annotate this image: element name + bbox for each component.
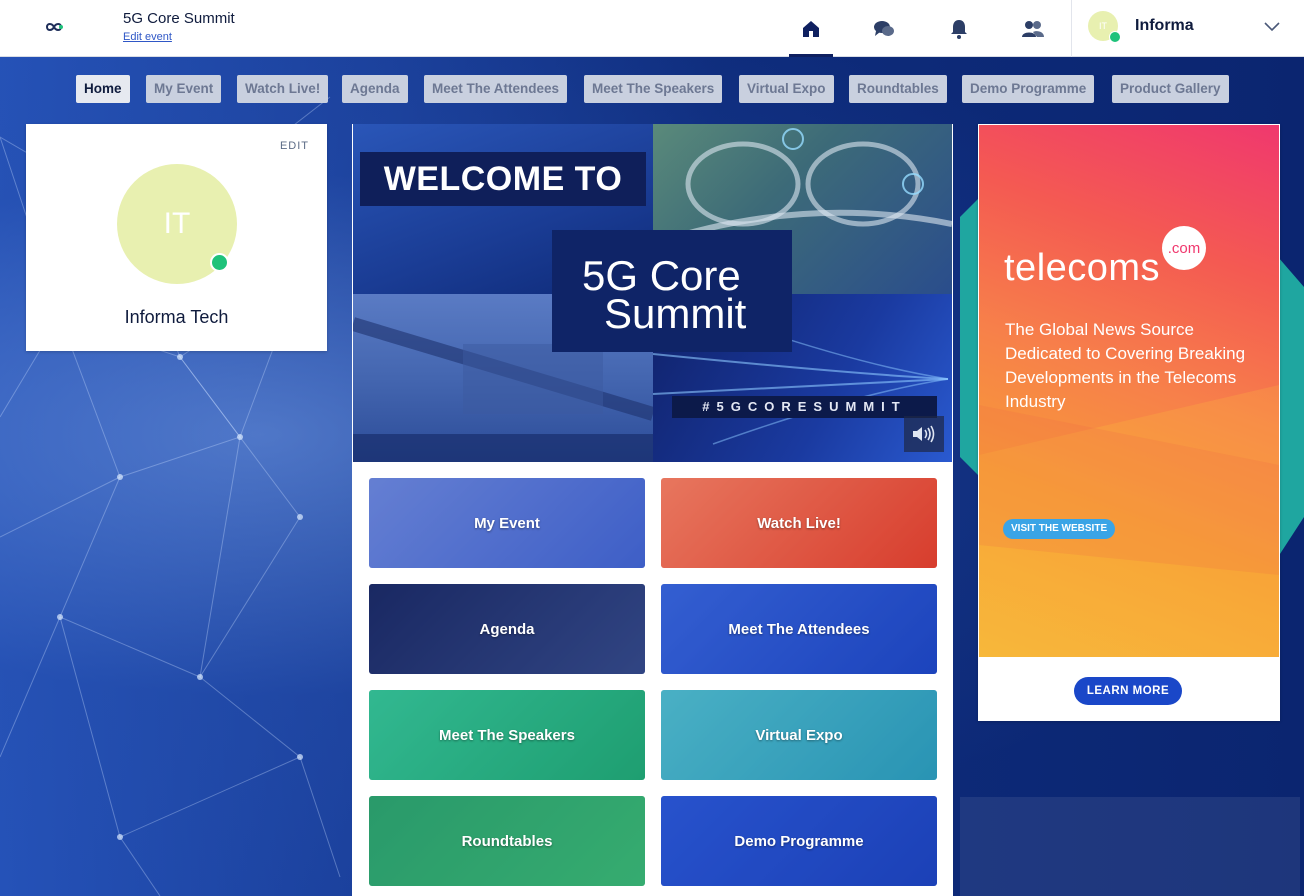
tile-roundtables[interactable]: Roundtables bbox=[369, 796, 645, 886]
tab-my-event[interactable]: My Event bbox=[146, 75, 222, 103]
tab-virtual-expo[interactable]: Virtual Expo bbox=[739, 75, 834, 103]
tile-label: My Event bbox=[474, 514, 540, 532]
tab-watch-live[interactable]: Watch Live! bbox=[237, 75, 329, 103]
advertisement-card: telecoms .com The Global News Source Ded… bbox=[978, 124, 1280, 721]
chat-icon bbox=[874, 20, 894, 36]
teal-decoration-right bbox=[1278, 257, 1304, 557]
tab-roundtables[interactable]: Roundtables bbox=[849, 75, 947, 103]
profile-initials: IT bbox=[163, 207, 191, 240]
learn-more-button[interactable]: LEARN MORE bbox=[1074, 677, 1182, 705]
tile-label: Meet The Speakers bbox=[439, 726, 575, 744]
speaker-icon bbox=[913, 425, 935, 443]
edit-profile-button[interactable]: EDIT bbox=[280, 140, 309, 152]
people-nav-button[interactable] bbox=[1011, 0, 1055, 57]
home-nav-button[interactable] bbox=[789, 0, 833, 57]
infinity-logo-icon[interactable] bbox=[42, 17, 66, 37]
tab-meet-the-speakers[interactable]: Meet The Speakers bbox=[584, 75, 723, 103]
tile-my-event[interactable]: My Event bbox=[369, 478, 645, 568]
edit-event-link[interactable]: Edit event bbox=[123, 31, 172, 43]
tile-label: Agenda bbox=[479, 620, 535, 638]
online-status-indicator bbox=[210, 253, 229, 272]
profile-name: Informa Tech bbox=[124, 307, 229, 327]
tile-demo-programme[interactable]: Demo Programme bbox=[661, 796, 937, 886]
home-icon bbox=[803, 20, 819, 37]
avatar: IT bbox=[1088, 11, 1121, 43]
tile-label: Virtual Expo bbox=[755, 726, 843, 744]
avatar-initials: IT bbox=[1099, 21, 1107, 31]
hero-welcome-text: WELCOME TO bbox=[360, 152, 646, 206]
tile-label: Watch Live! bbox=[757, 514, 841, 532]
tile-virtual-expo[interactable]: Virtual Expo bbox=[661, 690, 937, 780]
ad-banner[interactable]: telecoms .com The Global News Source Ded… bbox=[979, 125, 1279, 657]
ad-brand-com-badge: .com bbox=[1162, 226, 1206, 270]
sound-toggle-button[interactable] bbox=[904, 416, 944, 452]
tile-label: Meet The Attendees bbox=[728, 620, 870, 638]
tab-meet-the-attendees[interactable]: Meet The Attendees bbox=[424, 75, 568, 103]
user-menu[interactable]: IT Informa bbox=[1071, 0, 1304, 57]
ad-brand-name: telecoms bbox=[1004, 247, 1161, 289]
tab-demo-programme[interactable]: Demo Programme bbox=[962, 75, 1095, 103]
hero-hashtag: #5GCORESUMMIT bbox=[672, 396, 937, 418]
tab-home[interactable]: Home bbox=[76, 75, 130, 103]
main-content: WELCOME TO 5G Core Summit #5GCORESUMMIT … bbox=[352, 124, 953, 896]
user-name: Informa bbox=[1135, 17, 1194, 34]
chevron-down-icon[interactable] bbox=[1264, 20, 1280, 32]
tile-label: Roundtables bbox=[461, 832, 553, 850]
event-title: 5G Core Summit bbox=[123, 10, 235, 27]
welcome-hero-banner: WELCOME TO 5G Core Summit #5GCORESUMMIT bbox=[353, 124, 952, 462]
profile-card: EDIT IT Informa Tech bbox=[26, 124, 327, 351]
profile-avatar: IT bbox=[117, 164, 237, 284]
chat-nav-button[interactable] bbox=[862, 0, 906, 57]
tab-agenda[interactable]: Agenda bbox=[342, 75, 408, 103]
tab-product-gallery[interactable]: Product Gallery bbox=[1112, 75, 1229, 103]
bell-icon bbox=[951, 19, 967, 39]
hero-summit-title: 5G Core Summit bbox=[552, 230, 792, 352]
tile-meet-the-attendees[interactable]: Meet The Attendees bbox=[661, 584, 937, 674]
top-navigation-bar: 5G Core Summit Edit event IT Informa bbox=[0, 0, 1304, 57]
tile-watch-live[interactable]: Watch Live! bbox=[661, 478, 937, 568]
people-icon bbox=[1022, 20, 1044, 37]
hero-title-line2: Summit bbox=[604, 290, 747, 337]
tile-meet-the-speakers[interactable]: Meet The Speakers bbox=[369, 690, 645, 780]
tile-label: Demo Programme bbox=[734, 832, 864, 850]
notifications-nav-button[interactable] bbox=[937, 0, 981, 57]
ad-tagline: The Global News Source Dedicated to Cove… bbox=[1005, 320, 1246, 411]
visit-website-button[interactable]: VISIT THE WEBSITE bbox=[1003, 519, 1116, 539]
online-status-indicator bbox=[1109, 31, 1121, 43]
tile-agenda[interactable]: Agenda bbox=[369, 584, 645, 674]
